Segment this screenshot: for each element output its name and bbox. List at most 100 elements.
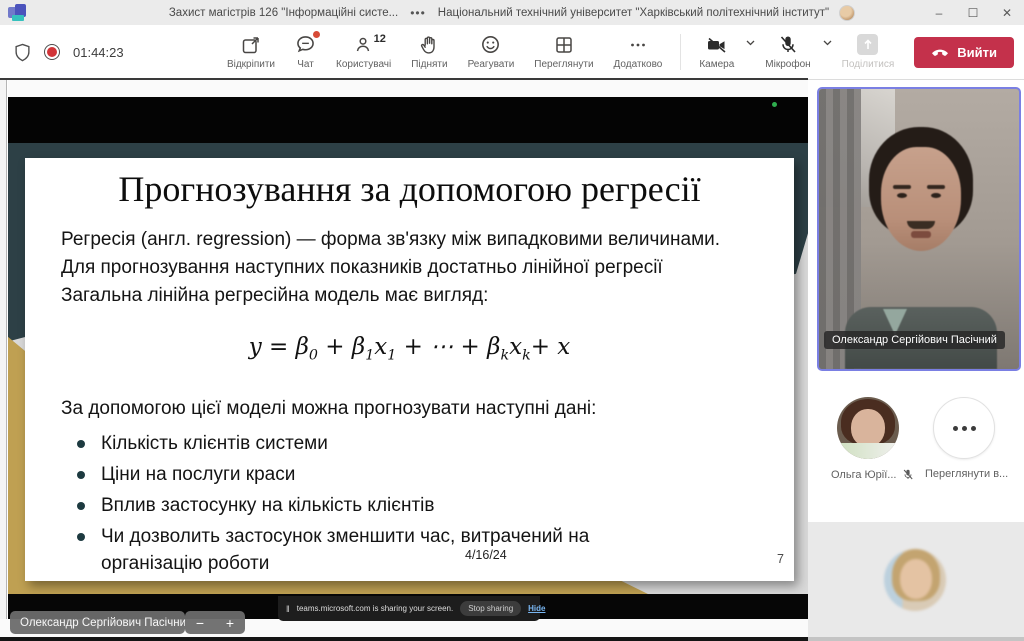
speaker-eye <box>931 193 941 198</box>
speaker-brow <box>893 185 911 189</box>
bullet-item: Ціни на послуги краси <box>65 461 660 488</box>
panel-bottom-edge <box>808 637 1024 641</box>
meeting-timer: 01:44:23 <box>73 45 124 60</box>
titlebar-more-button[interactable]: ••• <box>408 6 428 20</box>
more-button[interactable]: Додатково <box>604 34 673 70</box>
raise-hand-icon <box>419 34 439 55</box>
regression-formula: y = β0 + β1x1 + ⋯ + βkxk+ x <box>25 334 794 364</box>
share-letterbox-top <box>8 97 808 143</box>
speaker-mustache <box>907 221 935 229</box>
people-icon: 12 <box>354 34 374 55</box>
participants-button[interactable]: 12 Користувачі <box>326 34 401 70</box>
participant-overflow-button[interactable] <box>933 397 995 459</box>
toolbar-button-label: Чат <box>297 59 314 70</box>
chat-bubble-icon <box>295 34 316 55</box>
titlebar: Захист магістрів 126 "Інформаційні систе… <box>0 0 1024 25</box>
active-speaker-video-tile[interactable]: Олександр Сергійович Пасічний <box>817 87 1021 371</box>
share-up-icon <box>857 34 878 55</box>
unpin-popout-icon <box>241 34 261 55</box>
toolbar-button-label: Реагувати <box>468 59 515 70</box>
hangup-phone-icon <box>931 47 949 57</box>
toolbar-divider <box>680 34 681 70</box>
camera-off-icon <box>706 34 728 55</box>
camera-chevron-icon[interactable] <box>746 40 755 46</box>
slide-lead-text: За допомогою цієї моделі можна прогнозув… <box>61 398 725 420</box>
avatar-face <box>851 409 885 447</box>
share-button: Поділитися <box>832 34 905 70</box>
participant-name: Переглянути в... <box>925 468 1008 480</box>
meeting-toolbar: 01:44:23 Відкріпити Чат 12 <box>0 25 1024 80</box>
slide-bullet-list: Кількість клієнтів системи Ціни на послу… <box>65 430 660 581</box>
share-zoom-controls: − + <box>185 611 245 634</box>
participant-label-row: Ольга Юрії... <box>831 468 914 481</box>
browser-share-toast: ‖ teams.microsoft.com is sharing your sc… <box>278 596 540 621</box>
participants-panel: Олександр Сергійович Пасічний Ольга Юрії… <box>808 80 1024 641</box>
share-top-strip <box>8 80 808 97</box>
speaker-eye <box>897 193 907 198</box>
toolbar-button-label: Користувачі <box>336 59 391 70</box>
slide-date: 4/16/24 <box>465 548 507 562</box>
slide-title: Прогнозування за допомогою регресії <box>25 168 794 210</box>
participant-avatar-photo[interactable] <box>837 397 899 459</box>
minimize-button[interactable]: – <box>922 0 956 25</box>
slide-page: Прогнозування за допомогою регресії Регр… <box>25 158 794 581</box>
microphone-chevron-icon[interactable] <box>823 40 832 46</box>
bullet-item: Чи дозволить застосунок зменшити час, ви… <box>65 523 660 577</box>
view-button[interactable]: Переглянути <box>524 34 603 70</box>
titlebar-avatar[interactable] <box>839 5 855 21</box>
react-button[interactable]: Реагувати <box>458 34 525 70</box>
toolbar-button-label: Переглянути <box>534 59 593 70</box>
stop-sharing-button[interactable]: Stop sharing <box>460 601 521 616</box>
meeting-title: Захист магістрів 126 "Інформаційні систе… <box>169 7 398 19</box>
toolbar-button-label: Відкріпити <box>227 59 275 70</box>
more-dots-icon <box>628 34 648 55</box>
pause-icon: ‖ <box>286 604 290 614</box>
maximize-button[interactable]: ☐ <box>956 0 990 25</box>
zoom-out-button[interactable]: − <box>196 616 204 630</box>
zoom-in-button[interactable]: + <box>226 616 234 630</box>
presenting-indicator-dot <box>772 102 777 107</box>
avatar-clothes <box>837 443 899 459</box>
participants-count-badge: 12 <box>374 33 386 45</box>
share-toast-message: teams.microsoft.com is sharing your scre… <box>297 604 454 613</box>
camera-button[interactable]: Камера <box>689 34 744 70</box>
toolbar-button-label: Камера <box>699 59 734 70</box>
participant-mic-off-icon <box>902 468 914 481</box>
shared-screen-stage: Прогнозування за допомогою регресії Регр… <box>0 80 808 641</box>
record-dot-icon <box>44 44 60 60</box>
toolbar-button-label: Мікрофон <box>765 59 810 70</box>
speaker-person <box>819 89 1019 369</box>
chat-button[interactable]: Чат <box>285 34 326 70</box>
microphone-button[interactable]: Мікрофон <box>755 34 820 70</box>
toolbar-button-label: Поділитися <box>842 59 895 70</box>
slide-page-number: 7 <box>777 552 784 566</box>
raise-hand-button[interactable]: Підняти <box>401 34 457 70</box>
toolbar-button-label: Підняти <box>411 59 447 70</box>
chat-notification-dot <box>313 31 320 38</box>
speaker-brow <box>927 185 945 189</box>
leave-button[interactable]: Вийти <box>914 37 1014 68</box>
presentation-background: Прогнозування за допомогою регресії Регр… <box>8 143 808 594</box>
teams-meeting-window: Захист магістрів 126 "Інформаційні систе… <box>0 0 1024 641</box>
participant-blurred-avatar[interactable] <box>884 549 946 611</box>
participant-name: Ольга Юрії... <box>831 469 896 481</box>
speaker-name-tag: Олександр Сергійович Пасічний <box>824 331 1005 349</box>
bullet-item: Вплив застосунку на кількість клієнтів <box>65 492 660 519</box>
more-horizontal-icon <box>953 426 958 431</box>
toolbar-button-label: Додатково <box>614 59 663 70</box>
mic-off-icon <box>778 34 798 55</box>
bullet-item: Кількість клієнтів системи <box>65 430 660 457</box>
org-title: Національний технічний університет "Харк… <box>438 7 829 19</box>
teams-app-icon <box>8 4 26 21</box>
smiley-icon <box>480 34 501 55</box>
shield-icon <box>14 43 31 62</box>
share-left-edge <box>0 80 7 636</box>
taskbar-edge <box>0 637 808 641</box>
grid-view-icon <box>554 34 574 55</box>
unpin-button[interactable]: Відкріпити <box>217 34 285 70</box>
hide-toast-link[interactable]: Hide <box>528 604 545 613</box>
close-button[interactable]: ✕ <box>990 0 1024 25</box>
slide-paragraph: Регресія (англ. regression) — форма зв'я… <box>61 226 725 310</box>
presenter-name-pill: Олександр Сергійович Пасічний <box>10 611 185 634</box>
avatar-face <box>900 559 932 599</box>
